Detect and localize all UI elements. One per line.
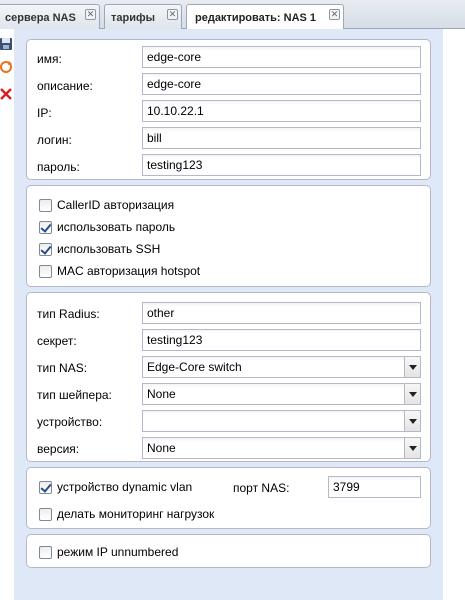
- callerid-checkbox[interactable]: [39, 199, 52, 212]
- mac-hotspot-checkbox[interactable]: [39, 265, 52, 278]
- nas-type-value: Edge-Core switch: [147, 360, 242, 374]
- monitoring-label: делать мониторинг нагрузок: [57, 507, 215, 521]
- nas-type-label: тип NAS:: [37, 361, 88, 375]
- vlan-fieldset: устройство dynamic vlan порт NAS: 3799 д…: [26, 467, 431, 529]
- tab-bar: сервера NAS ✕ тарифы ✕ редактировать: NA…: [0, 0, 465, 30]
- dynamic-vlan-label: устройство dynamic vlan: [57, 480, 193, 494]
- mac-hotspot-label: MAC авторизация hotspot: [57, 264, 201, 278]
- description-input[interactable]: edge-core: [142, 73, 421, 95]
- refresh-icon[interactable]: [0, 60, 12, 74]
- auth-options-fieldset: CallerID авторизация использовать пароль…: [26, 185, 431, 287]
- chevron-down-icon[interactable]: [404, 384, 420, 404]
- device-select[interactable]: [142, 410, 421, 432]
- save-icon[interactable]: [0, 37, 12, 51]
- tab-edit-nas[interactable]: редактировать: NAS 1 ✕: [186, 4, 344, 30]
- tab-tariffs[interactable]: тарифы ✕: [104, 4, 182, 29]
- toolbar: [0, 29, 14, 600]
- close-icon[interactable]: ✕: [85, 9, 96, 20]
- tab-label: редактировать: NAS 1: [195, 12, 317, 24]
- nas-type-select[interactable]: Edge-Core switch: [142, 356, 421, 378]
- tab-label: тарифы: [111, 12, 156, 24]
- nas-port-label: порт NAS:: [233, 481, 290, 495]
- shaper-type-label: тип шейпера:: [37, 388, 112, 402]
- close-icon[interactable]: ✕: [167, 9, 178, 20]
- use-ssh-checkbox[interactable]: [39, 243, 52, 256]
- radius-fieldset: тип Radius: other секрет: testing123 тип…: [26, 292, 431, 462]
- dynamic-vlan-checkbox[interactable]: [39, 481, 52, 494]
- description-label: описание:: [37, 79, 93, 93]
- chevron-down-icon[interactable]: [404, 357, 420, 377]
- unnumbered-fieldset: режим IP unnumbered: [26, 534, 431, 568]
- shaper-type-select[interactable]: None: [142, 383, 421, 405]
- login-input[interactable]: bill: [142, 127, 421, 149]
- ip-unnumbered-checkbox[interactable]: [39, 546, 52, 559]
- version-select[interactable]: None: [142, 437, 421, 459]
- close-icon[interactable]: ✕: [329, 9, 340, 20]
- chevron-down-icon[interactable]: [404, 438, 420, 458]
- secret-label: секрет:: [37, 334, 77, 348]
- use-ssh-label: использовать SSH: [57, 242, 161, 256]
- chevron-down-icon[interactable]: [404, 411, 420, 431]
- secret-input[interactable]: testing123: [142, 329, 421, 351]
- version-label: версия:: [37, 442, 80, 456]
- version-value: None: [147, 441, 176, 455]
- radius-type-label: тип Radius:: [37, 307, 100, 321]
- login-label: логин:: [37, 133, 72, 147]
- password-input[interactable]: testing123: [142, 154, 421, 176]
- right-margin: [443, 29, 465, 600]
- callerid-label: CallerID авторизация: [57, 198, 175, 212]
- ip-input[interactable]: 10.10.22.1: [142, 100, 421, 122]
- ip-unnumbered-label: режим IP unnumbered: [57, 545, 179, 559]
- basic-fieldset: имя: edge-core описание: edge-core IP: 1…: [26, 39, 431, 180]
- monitoring-checkbox[interactable]: [39, 508, 52, 521]
- password-label: пароль:: [37, 160, 80, 174]
- radius-type-input[interactable]: other: [142, 302, 421, 324]
- nas-port-input[interactable]: 3799: [328, 476, 421, 498]
- tab-nas-servers[interactable]: сервера NAS ✕: [0, 4, 100, 29]
- tab-label: сервера NAS: [5, 12, 76, 24]
- edit-form-panel: имя: edge-core описание: edge-core IP: 1…: [14, 29, 443, 600]
- delete-icon[interactable]: [0, 87, 12, 101]
- use-password-checkbox[interactable]: [39, 221, 52, 234]
- name-input[interactable]: edge-core: [142, 46, 421, 68]
- ip-label: IP:: [37, 106, 52, 120]
- device-label: устройство:: [37, 415, 103, 429]
- use-password-label: использовать пароль: [57, 220, 176, 234]
- shaper-type-value: None: [147, 387, 176, 401]
- name-label: имя:: [37, 52, 62, 66]
